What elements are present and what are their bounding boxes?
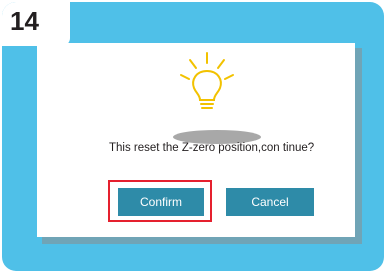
step-tab: 14 — [2, 2, 70, 46]
confirm-button[interactable]: Confirm — [118, 188, 204, 216]
step-number: 14 — [10, 6, 39, 36]
instruction-panel: 14 This reset the Z-zero position,con ti… — [2, 2, 384, 271]
lightbulb-icon — [180, 52, 234, 109]
dialog-message: This reset the Z-zero position,con tinue… — [109, 142, 315, 154]
confirm-dialog: This reset the Z-zero position,con tinue… — [37, 43, 355, 237]
cancel-button[interactable]: Cancel — [226, 188, 314, 216]
